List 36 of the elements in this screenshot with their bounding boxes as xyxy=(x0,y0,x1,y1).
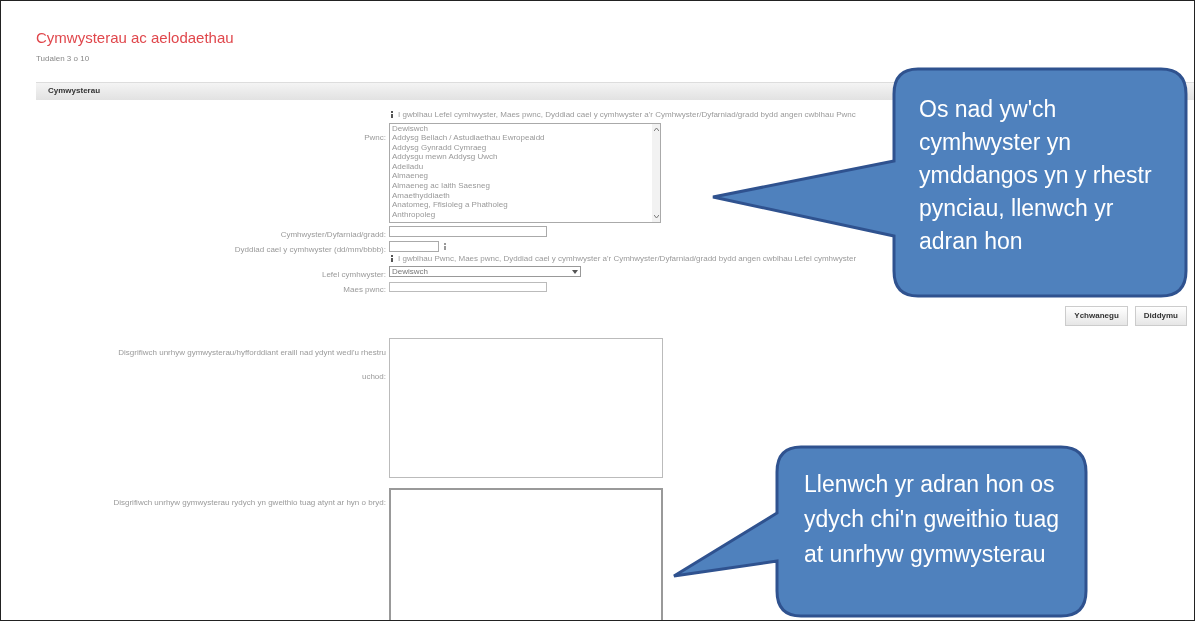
level-select[interactable]: Dewiswch xyxy=(389,266,581,277)
date-field[interactable] xyxy=(389,241,439,252)
info-icon xyxy=(442,243,448,250)
text-area[interactable] xyxy=(389,337,663,478)
list-option[interactable]: Almaeneg xyxy=(392,171,652,182)
info-icon xyxy=(389,111,395,118)
scrollbar[interactable] xyxy=(652,123,660,222)
list-option[interactable]: Addysg Gynradd Cymraeg xyxy=(392,142,652,153)
scroll-down-icon[interactable] xyxy=(653,214,659,218)
subject-listbox[interactable]: Dewiswch Addysg Bellach / Astudiaethau Ewropeaidd Addysg Gynradd Cymraeg Addysgu mewn Addysg Uwch Adeiladu Almaeneg Almaeneg ac Iaith Saesneg Amaethyddiaeth Anatomeg, Ffisioleg a Phatholeg Anthropoleg xyxy=(389,122,661,223)
list-option[interactable]: Dewiswch xyxy=(392,123,652,134)
text-field[interactable] xyxy=(389,226,547,237)
field-label: Disgrifiwch unrhyw gymwysterau/hyfforddiant eraill nad ydynt wedi'u rhestru uchod: xyxy=(118,347,386,381)
info-icon xyxy=(389,255,395,262)
field-label: Cymhwyster/Dyfarniad/gradd: xyxy=(280,229,386,239)
list-option[interactable]: Addysg Bellach / Astudiaethau Ewropeaidd xyxy=(392,133,652,143)
field-label: Maes pwnc: xyxy=(343,284,386,294)
list-option[interactable]: Anthropoleg xyxy=(392,209,652,220)
callout-text: Llenwch yr adran hon os ydych chi'n gweithio tuag at unrhyw gymwysterau xyxy=(804,470,1060,569)
page-subtitle: Tudalen 3 o 10 xyxy=(36,52,90,65)
list-option[interactable]: Addysgu mewn Addysg Uwch xyxy=(392,152,652,162)
caret-icon xyxy=(572,269,578,274)
field-label: Dyddiad cael y cymhwyster (dd/mm/bbbb): xyxy=(234,244,386,254)
page-title: Cymwysterau ac aelodaethau xyxy=(36,28,235,48)
form-button[interactable]: Ychwanegu xyxy=(1065,305,1128,326)
list-option[interactable]: Anatomeg, Ffisioleg a Phatholeg xyxy=(392,200,652,210)
field-label: Lefel cymhwyster: xyxy=(321,269,386,279)
scroll-up-icon[interactable] xyxy=(653,127,659,131)
field-label: Pwnc: xyxy=(364,132,386,142)
list-option[interactable]: Almaeneg ac Iaith Saesneg xyxy=(392,181,652,191)
text-area[interactable] xyxy=(389,487,663,620)
field-label: Disgrifiwch unrhyw gymwysterau rydych yn gweithio tuag atynt ar hyn o bryd: xyxy=(113,497,386,507)
list-option[interactable]: Adeiladu xyxy=(392,161,652,172)
text-field[interactable] xyxy=(389,281,547,292)
list-option[interactable]: Amaethyddiaeth xyxy=(392,190,652,201)
form-button[interactable]: Diddymu xyxy=(1134,305,1187,326)
